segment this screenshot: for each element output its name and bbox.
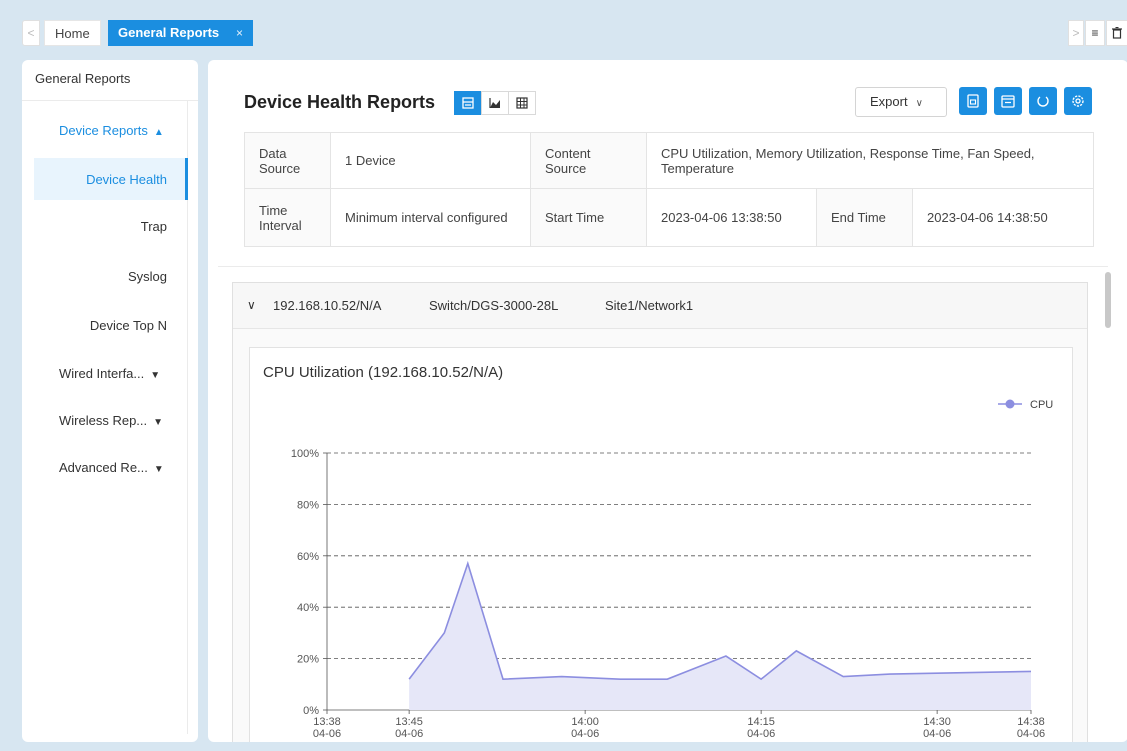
x-tick-label: 14:30 [923, 716, 951, 728]
menu-icon[interactable]: ≡ [1085, 20, 1105, 46]
tab-scroll-left-icon[interactable]: < [22, 20, 40, 46]
sidebar-item-device-health[interactable]: Device Health [22, 172, 167, 187]
chevron-down-icon: ▼ [153, 417, 164, 428]
y-tick-label: 40% [297, 602, 319, 614]
cpu-series-area [409, 563, 1032, 710]
tab-bar: < Home General Reports × > ≡ [22, 20, 1127, 48]
sidebar-group-device-reports[interactable]: Device Reports ▲ [59, 123, 164, 138]
y-tick-label: 100% [291, 448, 319, 460]
sidebar-item-trap[interactable]: Trap [22, 219, 167, 234]
x-tick-date: 04-06 [395, 728, 423, 740]
chevron-down-icon: ▼ [150, 370, 161, 381]
table-view-icon[interactable] [508, 91, 536, 115]
section-divider [218, 266, 1108, 267]
refresh-icon[interactable] [1029, 87, 1057, 115]
y-tick-label: 20% [297, 654, 319, 666]
cpu-chart-card: CPU Utilization (192.168.10.52/N/A) 100%… [249, 347, 1073, 742]
sidebar-group-wired[interactable]: Wired Interfa... ▼ [59, 366, 160, 381]
device-panel: ∨ 192.168.10.52/N/A Switch/DGS-3000-28L … [232, 282, 1088, 742]
start-time-value: 2023-04-06 13:38:50 [646, 188, 817, 247]
export-dropdown[interactable]: Export ∨ [855, 87, 947, 117]
save-report-icon[interactable] [959, 87, 987, 115]
legend-marker [1005, 399, 1015, 409]
summary-view-icon[interactable] [454, 91, 482, 115]
sidebar-group-label: Wired Interfa... [59, 366, 145, 381]
x-tick-date: 04-06 [1017, 728, 1045, 740]
device-site: Site1/Network1 [605, 298, 694, 313]
end-time-value: 2023-04-06 14:38:50 [912, 188, 1094, 247]
x-tick-label: 14:38 [1017, 716, 1045, 728]
content-source-value: CPU Utilization, Memory Utilization, Res… [646, 132, 1094, 189]
data-source-value: 1 Device [330, 132, 531, 189]
chevron-down-icon: ∨ [247, 298, 256, 312]
x-tick-label: 14:00 [571, 716, 599, 728]
y-tick-label: 80% [297, 499, 319, 511]
sidebar-item-syslog[interactable]: Syslog [22, 269, 167, 284]
device-model: Switch/DGS-3000-28L [429, 298, 559, 313]
device-address: 192.168.10.52/N/A [273, 298, 382, 313]
close-icon[interactable]: × [236, 20, 243, 46]
start-time-label: Start Time [530, 188, 647, 247]
chevron-down-icon: ▼ [153, 464, 164, 475]
legend-label: CPU [1030, 399, 1053, 411]
page-title: Device Health Reports [244, 92, 436, 112]
sidebar-group-label: Wireless Rep... [59, 413, 148, 428]
x-tick-label: 13:38 [313, 716, 341, 728]
sidebar-group-label: Advanced Re... [59, 460, 148, 475]
x-tick-date: 04-06 [747, 728, 775, 740]
x-tick-date: 04-06 [923, 728, 951, 740]
sidebar-active-indicator [185, 158, 188, 200]
tab-general-reports[interactable]: General Reports × [108, 20, 253, 46]
sidebar-divider [22, 100, 198, 101]
sidebar-title: General Reports [35, 71, 131, 86]
tab-scroll-right-icon[interactable]: > [1068, 20, 1084, 46]
sidebar-item-device-top-n[interactable]: Device Top N [22, 318, 167, 333]
chevron-up-icon: ▲ [153, 127, 164, 138]
content-source-label: Content Source [530, 132, 647, 189]
device-panel-header[interactable]: ∨ 192.168.10.52/N/A Switch/DGS-3000-28L … [233, 283, 1087, 329]
tab-general-reports-label: General Reports [118, 25, 220, 40]
report-info-table: Data Source 1 Device Content Source CPU … [244, 132, 1094, 247]
x-tick-label: 14:15 [747, 716, 775, 728]
data-source-label: Data Source [244, 132, 331, 189]
trash-icon[interactable] [1106, 20, 1127, 46]
end-time-label: End Time [816, 188, 913, 247]
x-tick-label: 13:45 [395, 716, 423, 728]
export-label: Export [870, 94, 908, 109]
tab-home[interactable]: Home [44, 20, 101, 46]
cpu-utilization-chart: 100%80%60%40%20%0%13:3804-0613:4504-0614… [291, 399, 1053, 740]
time-interval-label: Time Interval [244, 188, 331, 247]
sidebar-group-label: Device Reports [59, 123, 148, 138]
scrollbar-thumb[interactable] [1105, 272, 1111, 328]
y-tick-label: 60% [297, 551, 319, 563]
settings-icon[interactable] [1064, 87, 1092, 115]
chevron-down-icon: ∨ [915, 98, 923, 109]
schedule-icon[interactable] [994, 87, 1022, 115]
x-tick-date: 04-06 [313, 728, 341, 740]
sidebar-group-wireless[interactable]: Wireless Rep... ▼ [59, 413, 163, 428]
main-panel: Device Health Reports Export ∨ Data Sourc… [208, 60, 1127, 742]
sidebar: General Reports Device Reports ▲ Device H… [22, 60, 198, 742]
x-tick-date: 04-06 [571, 728, 599, 740]
time-interval-value: Minimum interval configured [330, 188, 531, 247]
chart-view-icon[interactable] [481, 91, 509, 115]
sidebar-group-advanced[interactable]: Advanced Re... ▼ [59, 460, 164, 475]
